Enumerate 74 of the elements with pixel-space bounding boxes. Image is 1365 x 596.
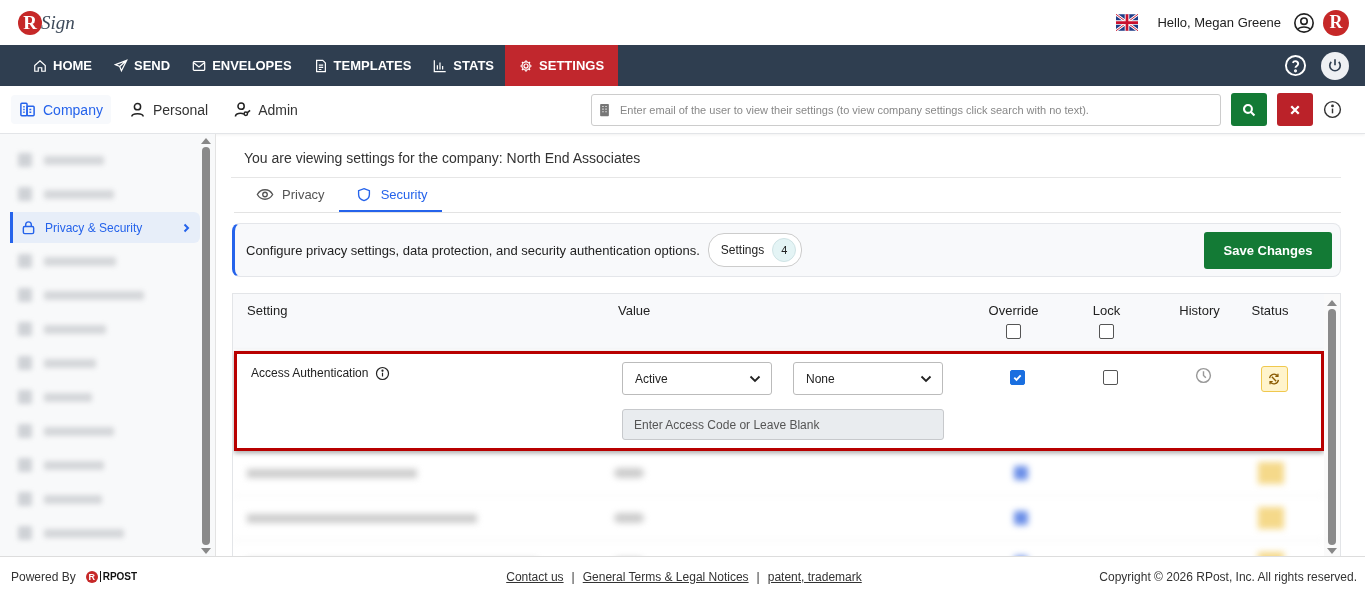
nav-tab[interactable]: HOME — [22, 45, 103, 86]
column-header: Status — [1251, 303, 1289, 318]
nav-tab[interactable]: SEND — [103, 45, 182, 86]
logo: R Sign — [18, 10, 75, 35]
power-icon — [1326, 56, 1344, 75]
caret-icon — [920, 374, 932, 383]
paper-plane-icon — [114, 58, 128, 73]
powered-by-text: Powered By — [11, 569, 76, 584]
scope-tab[interactable]: Company — [11, 95, 111, 124]
column-header: Setting — [247, 303, 288, 318]
scope-tab[interactable]: Admin — [226, 95, 306, 124]
column-header: Value — [618, 303, 651, 318]
bar-chart-icon — [433, 58, 448, 73]
lock-icon — [21, 220, 36, 235]
info-icon[interactable] — [1323, 100, 1342, 119]
column-header: Override — [988, 303, 1039, 318]
search-icon — [1242, 102, 1256, 117]
footer-link[interactable]: Contact us — [506, 569, 564, 584]
scope-tab[interactable]: Personal — [120, 95, 217, 124]
nav-tab[interactable]: SETTINGS — [505, 45, 619, 86]
column-header: Lock — [1092, 303, 1121, 318]
footer-link[interactable]: patent, trademark — [767, 569, 862, 584]
separator: | — [756, 569, 760, 584]
sync-status-button[interactable] — [1260, 366, 1288, 392]
chevron-icon — [181, 222, 191, 233]
building-icon — [19, 101, 36, 118]
rpost-logo: R RPOST — [85, 570, 138, 583]
copyright-text: Copyright © 2026 RPost, Inc. All rights reserved. — [1098, 569, 1357, 584]
user-icon[interactable] — [1293, 11, 1315, 34]
section-tab[interactable]: Security — [338, 178, 442, 212]
flag-icon[interactable] — [1116, 14, 1139, 31]
save-button[interactable]: Save Changes — [1204, 231, 1332, 269]
sidebar-item[interactable]: Privacy & Security — [10, 212, 200, 243]
eye-icon — [256, 187, 274, 202]
count-badge: 4 — [772, 238, 797, 262]
setting-name: Access Authentication — [251, 366, 369, 380]
badge-label: Settings — [720, 243, 765, 257]
power-button[interactable] — [1321, 51, 1349, 80]
nav-tab[interactable]: TEMPLATES — [302, 45, 423, 86]
settings-icon — [519, 58, 534, 73]
close-icon — [1289, 103, 1301, 116]
dropdown[interactable]: Active — [622, 362, 772, 395]
checkbox[interactable] — [1099, 324, 1114, 339]
separator: | — [571, 569, 575, 584]
nav-tab[interactable]: ENVELOPES — [181, 45, 303, 86]
checkbox[interactable] — [1006, 324, 1021, 339]
search-field[interactable]: Enter email of the user to view their settings (to view company settings click search with no text). — [591, 93, 1221, 126]
check-icon — [1012, 372, 1023, 383]
dropdown[interactable]: None — [793, 362, 943, 395]
building-icon — [599, 102, 610, 117]
clear-button[interactable] — [1277, 93, 1313, 126]
search-button[interactable] — [1231, 93, 1267, 126]
access-code-field[interactable]: Enter Access Code or Leave Blank — [622, 409, 944, 440]
sync-icon — [1267, 372, 1281, 386]
section-tab[interactable]: Privacy — [234, 178, 339, 212]
clock-icon[interactable] — [1195, 367, 1212, 384]
nav-tab[interactable]: STATS — [422, 45, 506, 86]
user-greeting: Hello, Megan Greene — [1157, 15, 1281, 30]
page-heading: You are viewing settings for the company: North End Associates — [231, 134, 1341, 178]
envelope-icon — [192, 58, 207, 73]
column-header: History — [1179, 303, 1220, 318]
help-icon[interactable] — [1284, 54, 1307, 77]
person-icon — [128, 101, 146, 118]
document-icon — [313, 58, 328, 73]
scrollbar[interactable] — [1324, 294, 1340, 556]
info-text: Configure privacy settings, data protection, and security authentication options. — [246, 242, 700, 258]
person-key-icon — [234, 101, 252, 118]
info-icon[interactable] — [375, 366, 391, 381]
checkbox[interactable] — [1103, 370, 1118, 385]
footer-link[interactable]: General Terms & Legal Notices — [582, 569, 749, 584]
house-icon — [33, 58, 47, 73]
avatar[interactable]: R — [1323, 9, 1349, 36]
caret-icon — [749, 374, 761, 383]
checkbox[interactable] — [1010, 370, 1025, 385]
